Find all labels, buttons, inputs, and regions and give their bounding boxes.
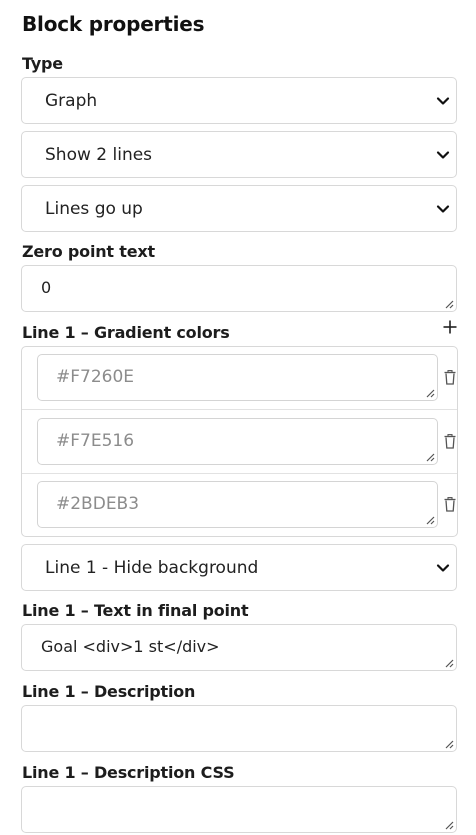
- lines-count-select-value: Show 2 lines: [45, 145, 153, 165]
- plus-icon[interactable]: [442, 319, 458, 335]
- final-point-value: Goal <div>1 st</div>: [41, 637, 220, 656]
- chevron-down-icon: [436, 564, 450, 572]
- resize-grip-icon[interactable]: [425, 515, 435, 525]
- gradient-color-value: #F7E516: [56, 431, 135, 451]
- resize-grip-icon[interactable]: [425, 388, 435, 398]
- chevron-down-icon: [436, 205, 450, 213]
- gradient-color-field[interactable]: #F7260E: [37, 354, 438, 401]
- gradient-color-field[interactable]: #2BDEB3: [37, 481, 438, 528]
- gradient-colors-label: Line 1 – Gradient colors: [22, 323, 230, 342]
- final-point-label: Line 1 – Text in final point: [22, 601, 249, 620]
- trash-icon[interactable]: [444, 370, 456, 385]
- line1-background-select-value: Line 1 - Hide background: [45, 558, 259, 578]
- chevron-down-icon: [436, 97, 450, 105]
- zero-point-field[interactable]: 0: [21, 265, 457, 312]
- zero-point-value: 0: [41, 278, 52, 297]
- gradient-color-value: #2BDEB3: [56, 494, 140, 514]
- resize-grip-icon[interactable]: [444, 658, 454, 668]
- resize-grip-icon[interactable]: [444, 820, 454, 830]
- type-label: Type: [22, 54, 63, 73]
- resize-grip-icon[interactable]: [444, 299, 454, 309]
- lines-count-select[interactable]: Show 2 lines: [21, 131, 457, 178]
- description-css-label: Line 1 – Description CSS: [22, 763, 235, 782]
- row-divider: [22, 409, 457, 410]
- resize-grip-icon[interactable]: [425, 452, 435, 462]
- panel-title: Block properties: [22, 12, 205, 36]
- chevron-down-icon: [436, 151, 450, 159]
- row-divider: [22, 473, 457, 474]
- description-field[interactable]: [21, 705, 457, 752]
- gradient-colors-list: #F7260E #F7E516 #2BDEB3: [21, 346, 458, 537]
- resize-grip-icon[interactable]: [444, 739, 454, 749]
- final-point-field[interactable]: Goal <div>1 st</div>: [21, 624, 457, 671]
- lines-direction-select[interactable]: Lines go up: [21, 185, 457, 232]
- description-css-field[interactable]: [21, 786, 457, 833]
- type-select[interactable]: Graph: [21, 77, 457, 124]
- zero-point-label: Zero point text: [22, 242, 155, 261]
- gradient-color-field[interactable]: #F7E516: [37, 418, 438, 465]
- trash-icon[interactable]: [444, 434, 456, 449]
- description-label: Line 1 – Description: [22, 682, 196, 701]
- lines-direction-select-value: Lines go up: [45, 199, 143, 219]
- trash-icon[interactable]: [444, 497, 456, 512]
- line1-background-select[interactable]: Line 1 - Hide background: [21, 544, 457, 591]
- gradient-color-value: #F7260E: [56, 367, 135, 387]
- type-select-value: Graph: [45, 91, 98, 111]
